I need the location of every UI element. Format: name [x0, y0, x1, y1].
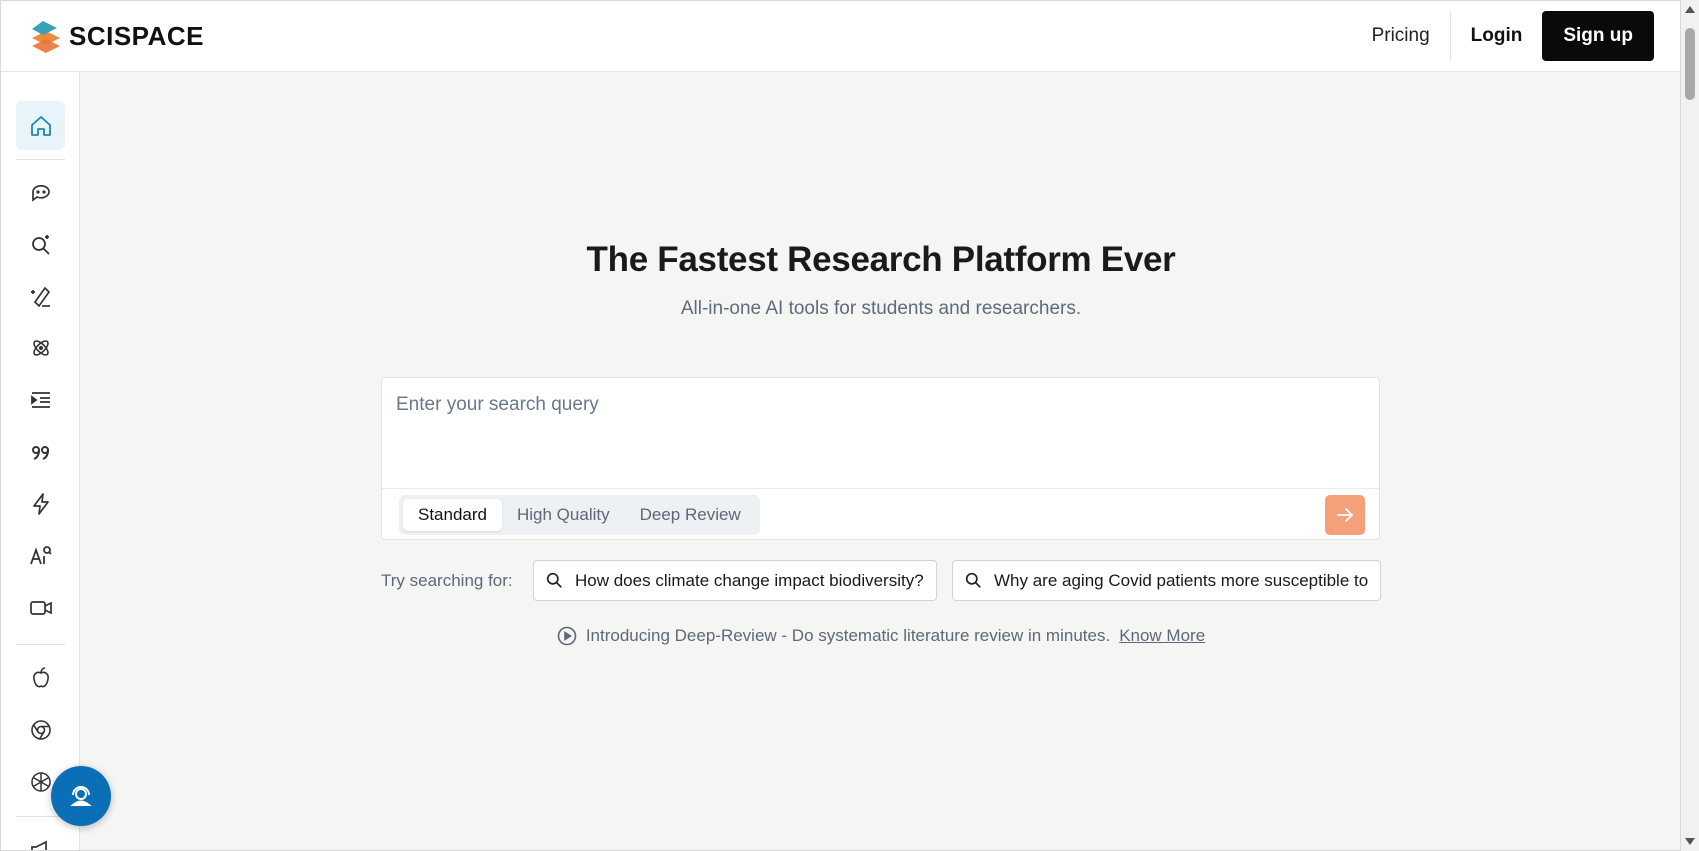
sidebar-item-chat[interactable] [16, 167, 65, 216]
page-subtitle: All-in-one AI tools for students and res… [680, 298, 1082, 319]
sidebar-divider [16, 816, 65, 817]
know-more-link[interactable]: Know More [1119, 626, 1205, 646]
login-button[interactable]: Login [1451, 25, 1543, 47]
sidebar-item-flash[interactable] [16, 479, 65, 528]
search-icon [965, 572, 981, 588]
logo[interactable]: SCISPACE [31, 19, 204, 53]
header-nav: Pricing Login Sign up [1352, 11, 1654, 61]
sidebar-item-ai-detector[interactable] [16, 531, 65, 580]
scroll-up-arrow[interactable] [1685, 6, 1695, 13]
sidebar [1, 72, 80, 850]
pricing-link[interactable]: Pricing [1352, 11, 1450, 61]
sidebar-divider [16, 159, 65, 160]
search-icon [546, 572, 562, 588]
support-chat-button[interactable] [51, 766, 111, 826]
play-circle-icon [557, 626, 577, 646]
mode-high-quality[interactable]: High Quality [502, 499, 625, 531]
outline-icon [30, 391, 50, 408]
apple-icon [32, 666, 49, 687]
citation-quote-icon [31, 445, 49, 460]
ai-search-icon [31, 234, 50, 255]
sidebar-divider [16, 644, 65, 645]
search-box: Standard High Quality Deep Review [381, 377, 1380, 540]
scroll-down-arrow[interactable] [1685, 838, 1695, 845]
sidebar-item-home[interactable] [16, 101, 65, 150]
sidebar-item-citation[interactable] [16, 427, 65, 476]
app-window: SCISPACE Pricing Login Sign up The Faste… [0, 0, 1681, 851]
scroll-thumb[interactable] [1685, 28, 1695, 100]
suggestions-row: Try searching for: How does climate chan… [381, 560, 1381, 602]
sidebar-item-video[interactable] [16, 583, 65, 632]
mode-deep-review[interactable]: Deep Review [625, 499, 756, 531]
sidebar-item-outline[interactable] [16, 375, 65, 424]
mode-standard[interactable]: Standard [403, 499, 502, 531]
sidebar-item-chrome-extension[interactable] [16, 705, 65, 754]
chrome-icon [30, 719, 51, 740]
suggestion-chip[interactable]: How does climate change impact biodivers… [533, 560, 937, 601]
sidebar-item-atom[interactable] [16, 323, 65, 372]
chat-icon [31, 184, 50, 202]
sidebar-item-writer[interactable] [16, 271, 65, 320]
page-title: The Fastest Research Platform Ever [586, 240, 1176, 279]
top-header: SCISPACE Pricing Login Sign up [1, 1, 1680, 72]
sidebar-item-search[interactable] [16, 219, 65, 268]
intro-banner: Introducing Deep-Review - Do systematic … [80, 626, 1680, 646]
atom-icon [32, 339, 49, 356]
search-submit-button[interactable] [1325, 495, 1365, 535]
ai-writer-icon [30, 286, 50, 307]
logo-text: SCISPACE [69, 20, 204, 51]
suggestion-text: Why are aging Covid patients more suscep… [994, 570, 1369, 590]
suggestion-chip[interactable]: Why are aging Covid patients more suscep… [952, 560, 1381, 601]
sidebar-item-announcements[interactable] [16, 824, 65, 850]
video-icon [29, 600, 52, 615]
openai-icon [30, 771, 51, 792]
suggestion-text: How does climate change impact biodivers… [575, 570, 924, 590]
support-agent-icon [70, 786, 92, 806]
lightning-icon [32, 492, 49, 515]
ai-detector-icon [29, 545, 52, 564]
home-icon [30, 115, 51, 136]
search-toolbar: Standard High Quality Deep Review [382, 488, 1379, 540]
arrow-right-icon [1337, 508, 1354, 522]
page-scrollbar[interactable] [1681, 0, 1699, 851]
sidebar-item-ios-app[interactable] [16, 653, 65, 702]
megaphone-icon [30, 840, 47, 850]
main-content: The Fastest Research Platform Ever All-i… [80, 72, 1680, 850]
signup-button[interactable]: Sign up [1542, 11, 1654, 61]
suggestions-label: Try searching for: [381, 571, 513, 590]
scispace-logo-icon [32, 21, 60, 53]
search-mode-toggle: Standard High Quality Deep Review [399, 495, 760, 535]
search-input[interactable] [396, 390, 1356, 420]
intro-text: Introducing Deep-Review - Do systematic … [585, 626, 1111, 645]
